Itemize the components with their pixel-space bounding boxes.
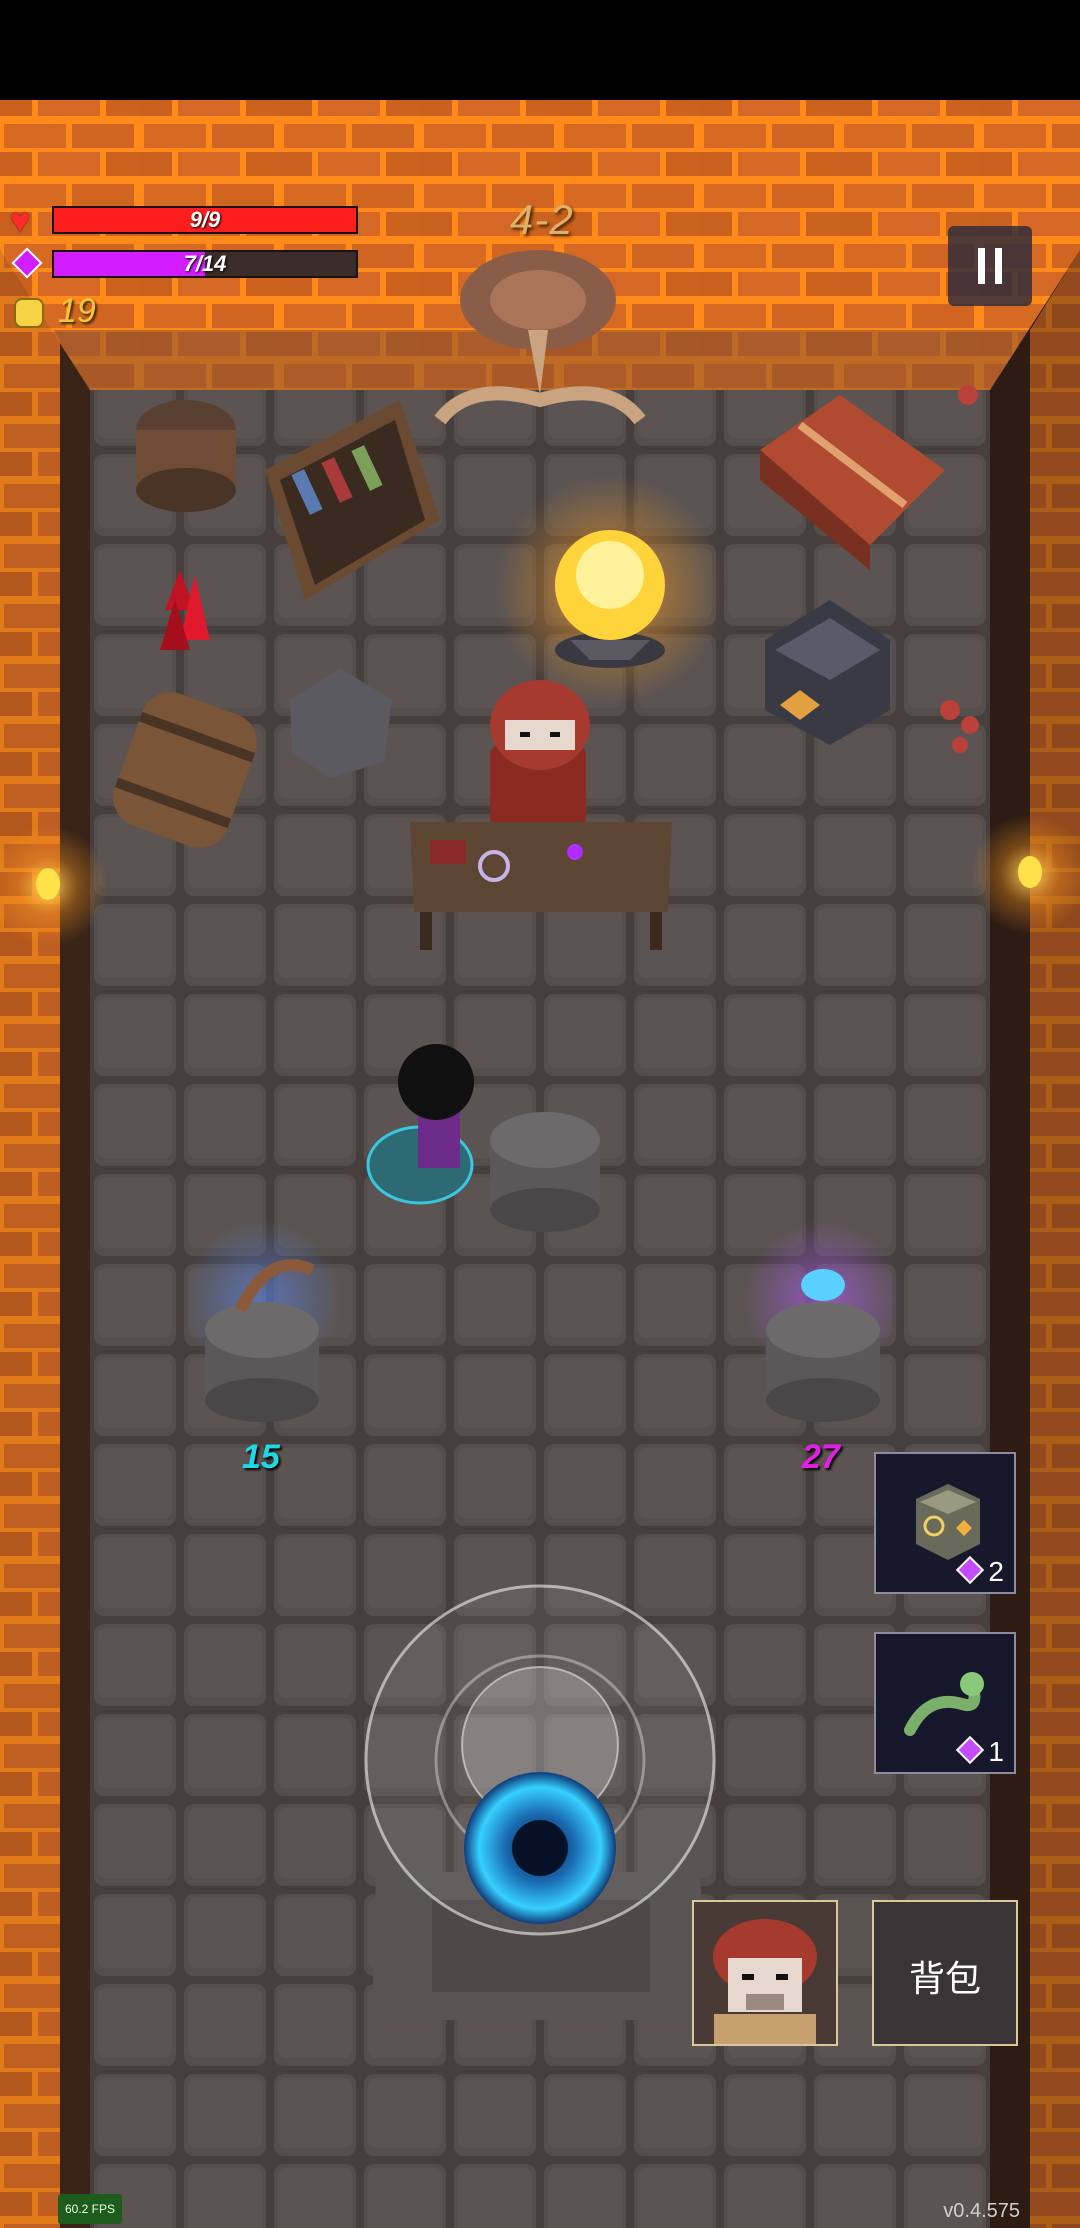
level-indicator: 4-2 bbox=[510, 196, 574, 243]
pedestal-right bbox=[743, 1220, 903, 1422]
skill-slot-cube[interactable]: 2 bbox=[874, 1452, 1016, 1594]
gold-coin-icon bbox=[14, 298, 44, 328]
gold-count: 19 bbox=[58, 292, 96, 330]
merchant-portrait-button[interactable] bbox=[692, 1900, 838, 2046]
health-bar: 9/9 bbox=[52, 206, 358, 234]
mana-bar: 7/14 bbox=[52, 250, 358, 278]
price-right: 27 bbox=[802, 1438, 840, 1476]
pause-button[interactable] bbox=[948, 226, 1032, 306]
mana-label: 7/14 bbox=[183, 251, 227, 276]
bag-label: 背包 bbox=[908, 1959, 981, 2000]
merchant-portrait-icon bbox=[694, 1902, 836, 2044]
pedestal-left bbox=[182, 1220, 342, 1422]
skill-slot-serpent[interactable]: 1 bbox=[874, 1632, 1016, 1774]
heart-icon: ♥ bbox=[10, 202, 31, 240]
version-label: v0.4.575 bbox=[943, 2200, 1020, 2222]
stone-pillar bbox=[490, 1112, 600, 1232]
fps-counter: 60.2 FPS bbox=[58, 2194, 122, 2224]
price-left: 15 bbox=[242, 1438, 280, 1476]
health-label: 9/9 bbox=[189, 207, 221, 232]
game-scene: ♥ 9/9 7/14 19 4-2 15 27 2 1 背包 60.2 FPS … bbox=[0, 0, 1080, 2228]
merchant-npc bbox=[490, 680, 590, 835]
skill-cost: 2 bbox=[988, 1556, 1004, 1587]
skill-cost: 1 bbox=[988, 1736, 1004, 1767]
fire-brazier bbox=[495, 475, 725, 705]
bag-button[interactable]: 背包 bbox=[872, 1900, 1018, 2046]
virtual-joystick bbox=[364, 1584, 716, 1936]
dungeon-room bbox=[0, 0, 1080, 2228]
